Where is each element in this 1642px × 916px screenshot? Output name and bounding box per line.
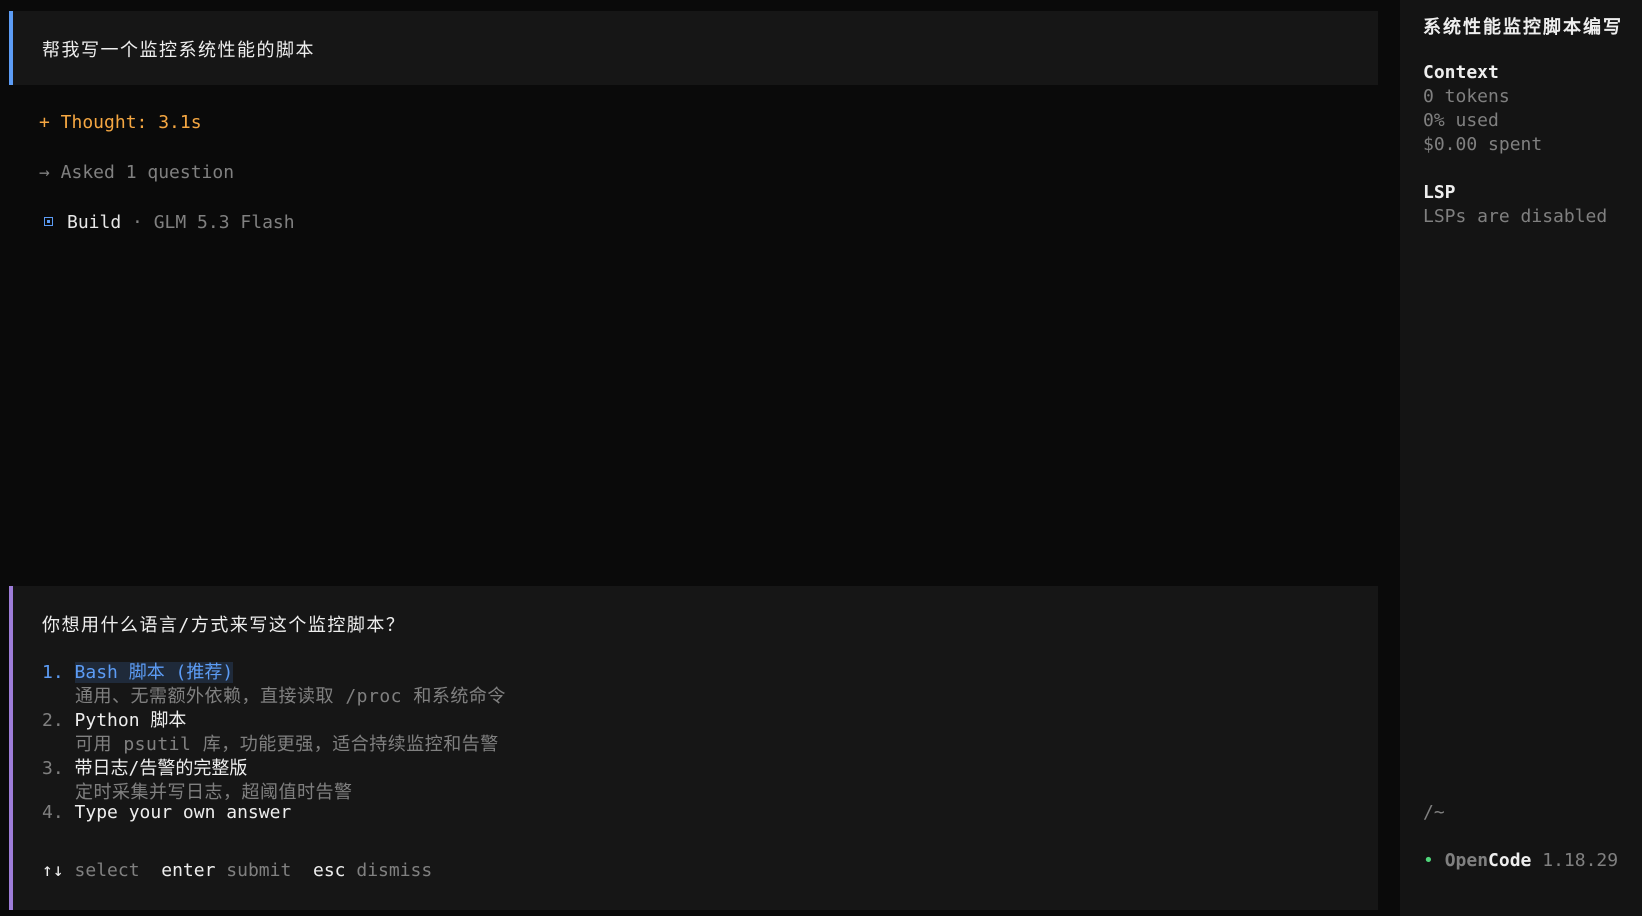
option-number: 1.	[42, 662, 64, 683]
option-description: 通用、无需额外依赖，直接读取 /proc 和系统命令	[75, 686, 506, 707]
model-name: GLM 5.3 Flash	[153, 212, 295, 233]
context-heading: Context	[1423, 62, 1499, 83]
asked-question-line: → Asked 1 question	[39, 162, 235, 183]
option-4[interactable]: 4. Type your own answer	[42, 802, 291, 823]
build-mode-icon	[44, 217, 53, 226]
option-description: 可用 psutil 库，功能更强，适合持续监控和告警	[75, 734, 499, 755]
token-count: 0 tokens	[1423, 86, 1510, 107]
chat-panel: 帮我写一个监控系统性能的脚本 + Thought: 3.1s → Asked 1…	[0, 0, 1400, 916]
arrow-keys-icon: ↑↓	[42, 860, 64, 881]
status-dot-icon: •	[1423, 850, 1434, 871]
lsp-status: LSPs are disabled	[1423, 206, 1608, 227]
option-number: 4.	[42, 802, 64, 823]
user-message-text: 帮我写一个监控系统性能的脚本	[42, 40, 315, 61]
option-number: 3.	[42, 758, 64, 779]
build-mode-label: Build	[67, 212, 122, 233]
working-directory: /~	[1423, 802, 1445, 823]
version-number: 1.18.29	[1542, 850, 1619, 871]
option-label: Python 脚本	[74, 710, 187, 731]
option-2[interactable]: 2. Python 脚本	[42, 706, 186, 732]
option-1[interactable]: 1. Bash 脚本 (推荐)	[42, 658, 234, 684]
keyboard-hints: ↑↓ select enter submit esc dismiss	[42, 860, 432, 881]
select-hint: select	[74, 860, 140, 881]
lsp-heading: LSP	[1423, 182, 1456, 203]
cost-spent: $0.00 spent	[1423, 134, 1543, 155]
user-message: 帮我写一个监控系统性能的脚本	[9, 11, 1378, 85]
option-label: 带日志/告警的完整版	[74, 758, 248, 779]
app-version-line: • OpenCode 1.18.29	[1423, 850, 1618, 871]
submit-hint: submit	[226, 860, 292, 881]
option-3[interactable]: 3. 带日志/告警的完整版	[42, 754, 247, 780]
brand-open: Open	[1444, 850, 1489, 871]
session-sidebar: 系统性能监控脚本编写 Context 0 tokens 0% used $0.0…	[1400, 0, 1642, 916]
question-prompt-panel: 你想用什么语言/方式来写这个监控脚本？ 1. Bash 脚本 (推荐) 通用、无…	[9, 586, 1378, 910]
question-title: 你想用什么语言/方式来写这个监控脚本？	[42, 615, 406, 636]
option-label: Type your own answer	[74, 802, 292, 823]
build-separator: ·	[121, 212, 154, 233]
opencode-app: 帮我写一个监控系统性能的脚本 + Thought: 3.1s → Asked 1…	[0, 0, 1642, 916]
esc-key: esc	[313, 860, 346, 881]
option-label: Bash 脚本 (推荐)	[74, 662, 234, 683]
brand-code: Code	[1488, 850, 1532, 871]
enter-key: enter	[161, 860, 216, 881]
build-status-line: Build · GLM 5.3 Flash	[39, 212, 295, 233]
session-title: 系统性能监控脚本编写	[1423, 17, 1623, 38]
option-number: 2.	[42, 710, 64, 731]
context-used: 0% used	[1423, 110, 1499, 131]
dismiss-hint: dismiss	[356, 860, 433, 881]
thought-toggle[interactable]: + Thought: 3.1s	[39, 112, 202, 133]
option-description: 定时采集并写日志，超阈值时告警	[75, 782, 353, 803]
